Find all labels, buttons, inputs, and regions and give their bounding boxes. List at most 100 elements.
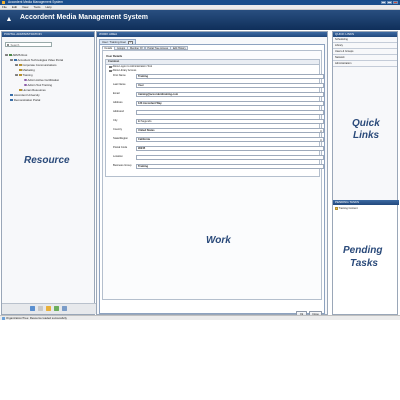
properties-icon[interactable] [38,306,43,311]
tree-item-label: Accordent University [14,93,40,97]
postal-code-field[interactable]: 90245 [136,146,324,151]
field-label: Address [113,101,123,104]
minimize-button[interactable] [381,0,386,5]
tree-item-corporate-communications[interactable]: + Corporate Communications [15,63,57,67]
expand-icon[interactable]: + [15,63,18,67]
tree-item-label: Demonstration Portal [14,98,41,102]
state-region-select[interactable]: California ▾ [136,137,324,142]
folder-icon[interactable] [46,306,51,311]
close-window-button[interactable] [393,0,398,5]
field-label: Address2 [113,110,124,113]
chevron-down-icon[interactable]: ▾ [320,139,323,141]
menu-edit[interactable]: Edit [12,5,17,9]
field-label: First Name [113,74,126,77]
allow-library-access-checkbox[interactable]: Allow Library Access [109,69,136,73]
portal-administration-panel: PORTAL ADMINISTRATION Search − ARMS Root… [1,31,96,315]
tree-item-label: Admin Active Certification [27,78,60,82]
view-icon[interactable] [62,306,67,311]
collapse-icon[interactable]: − [10,58,13,62]
maximize-button[interactable] [387,0,392,5]
checkbox-box[interactable] [109,69,112,72]
menu-tools[interactable]: Tools [33,5,40,9]
tree-item-arms-root[interactable]: − ARMS Root [5,53,27,57]
chevron-down-icon[interactable]: ▾ [320,130,323,132]
portal-icon [10,93,13,97]
user-details-form: User Details Common Allow Logon to Admin… [102,50,324,300]
tree-item-label: Admin Tool Training [27,83,53,87]
checkbox-box[interactable] [109,65,112,68]
tree-item-human-resources[interactable]: Human Resources [18,88,46,92]
collapse-icon[interactable]: − [15,73,18,77]
menu-help[interactable]: Help [45,5,51,9]
right-panel: QUICK LINKS Scheduling Library Users & G… [332,31,399,315]
quick-overlay-label: Quick [352,118,380,129]
field-label: Email [113,92,120,95]
search-input[interactable]: Search [5,42,52,47]
tree-item-label: ARMS Root [12,53,28,57]
task-icon [335,207,338,210]
city-field[interactable]: El Segundo [136,119,324,124]
window-title: Accordent Media Management System [8,0,63,4]
pending-task-item[interactable]: Training Content [335,207,358,210]
refresh-icon[interactable] [54,306,59,311]
add-icon[interactable] [30,306,35,311]
tree-item-training[interactable]: − Training [15,73,33,77]
app-banner: ▲ Accordent Media Management System [0,9,400,30]
field-label: Postal Code [113,146,128,149]
folder-icon [18,73,22,77]
tree-item-admin-active-certification[interactable]: Admin Active Certification [23,78,60,82]
checkbox-label: Allow Logon to Administration Tool [112,65,152,68]
tree-item-marketing[interactable]: Marketing [18,68,35,72]
menu-file[interactable]: File [2,5,7,9]
country-select[interactable]: United States ▾ [136,128,324,133]
email-field[interactable]: training@accordenttraining.com [136,92,324,97]
root-icon [8,53,12,57]
portal-icon [10,98,13,102]
quick-link-administration[interactable]: Administration [333,61,397,67]
country-value: United States [138,129,155,132]
address2-field[interactable] [136,110,324,115]
app-icon [1,1,5,4]
collapse-icon[interactable]: − [5,53,8,57]
business-group-field[interactable]: Training [136,164,324,169]
user-icon [23,78,27,82]
folder-icon [18,68,22,72]
tree-item-accordent-university[interactable]: Accordent University [10,93,40,97]
address-field[interactable]: 123 Accordent Way [136,101,324,106]
menu-view[interactable]: View [22,5,28,9]
portal-icon [13,58,17,62]
field-label: Last Name [113,83,126,86]
user-icon [23,83,27,87]
field-label: State/Region [113,137,128,140]
folder-icon [18,63,22,67]
state-value: California [138,138,150,141]
section-title: User Details [106,53,123,58]
folder-icon [18,88,22,92]
last-name-field[interactable]: User [136,83,324,88]
tree-item-label: Marketing [22,68,35,72]
field-label: Location [113,155,123,158]
work-overlay-label: Work [206,235,231,246]
location-field[interactable] [136,155,324,160]
field-label: Country [113,128,123,131]
pending-overlay-label: Pending [343,245,383,256]
allow-logon-checkbox[interactable]: Allow Logon to Administration Tool [109,65,152,69]
panel-title: PORTAL ADMINISTRATION [2,32,94,37]
tree-item-video-portal[interactable]: − Accordent Technologies Video Portal [10,58,63,62]
work-area-panel: WORK AREA User: Training User× Details G… [96,31,328,316]
field-label: City [113,119,118,122]
first-name-field[interactable]: Training [136,74,324,79]
tree-item-label: Training [22,73,33,77]
status-bar: Organization/Tree: Resource loaded succe… [0,315,400,320]
banner-app-name: Accordent Media Management System [20,13,148,21]
search-placeholder: Search [10,43,20,47]
pending-task-label: Training Content [338,207,358,210]
search-icon [6,43,10,47]
checkbox-label: Allow Library Access [112,69,137,72]
pending-tasks-list: Training Content Pending Tasks [333,205,397,314]
tree-item-demonstration-portal[interactable]: Demonstration Portal [10,98,40,102]
status-icon [2,316,5,320]
resource-overlay-label: Resource [24,155,70,166]
tree-item-label: Human Resources [22,88,46,92]
tree-item-admin-tool-training[interactable]: Admin Tool Training [23,83,53,87]
